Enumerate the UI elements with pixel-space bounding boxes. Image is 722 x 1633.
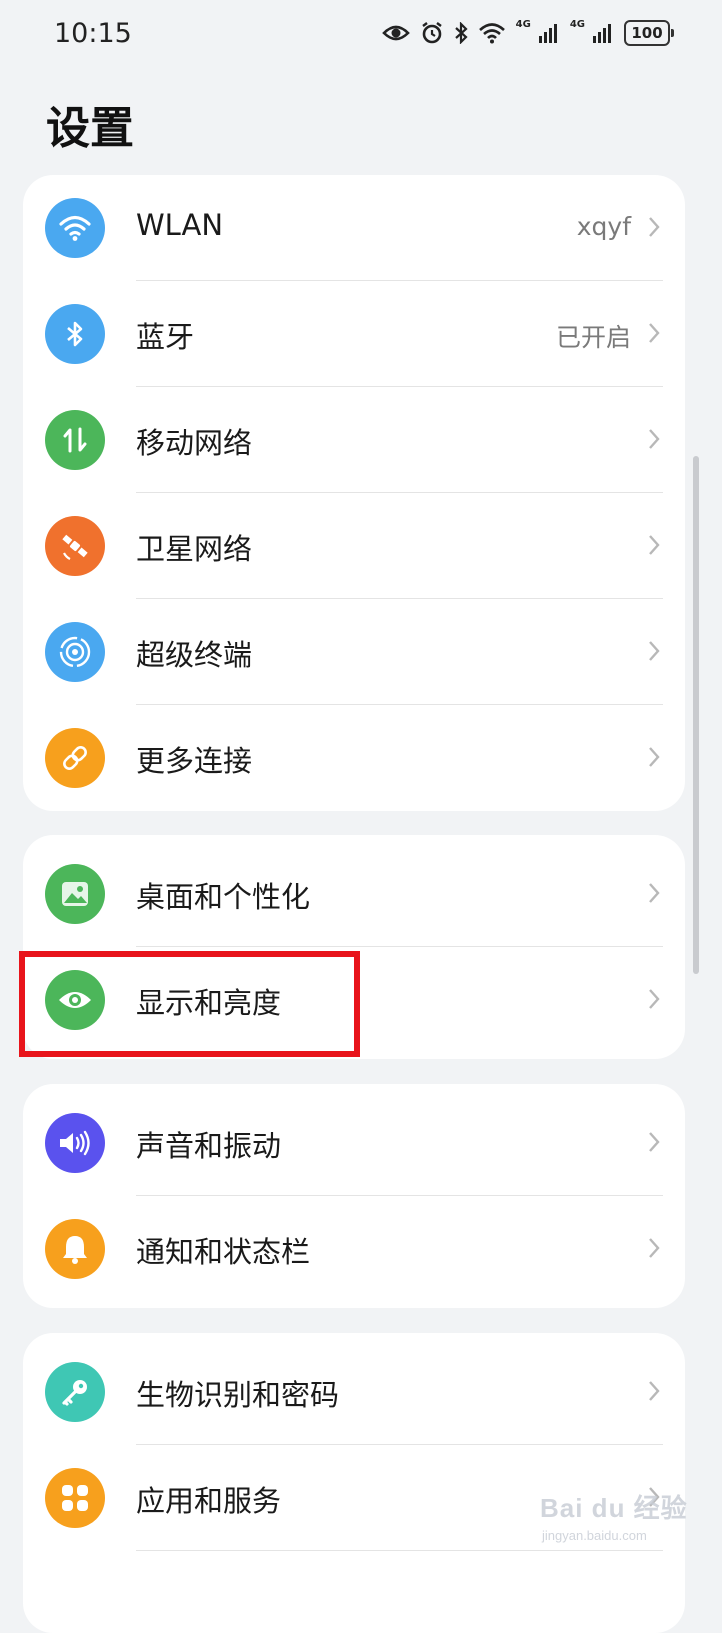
settings-item-mobile-network[interactable]: 移动网络	[23, 387, 685, 493]
speaker-icon	[45, 1113, 105, 1173]
settings-item-label: 卫星网络	[136, 532, 253, 566]
status-icons: 4G 4G 100	[381, 18, 674, 46]
chevron-right-icon	[649, 883, 660, 903]
chevron-right-icon	[649, 217, 660, 237]
link-icon	[45, 728, 105, 788]
settings-item-wlan[interactable]: WLAN xqyf	[23, 175, 685, 281]
watermark-subtext: jingyan.baidu.com	[542, 1528, 647, 1543]
signal-icon	[538, 24, 557, 43]
image-icon	[45, 864, 105, 924]
settings-item-label: 移动网络	[136, 426, 253, 460]
chevron-right-icon	[649, 1238, 660, 1258]
settings-item-super-device[interactable]: 超级终端	[23, 599, 685, 705]
chevron-right-icon	[649, 1381, 660, 1401]
status-time: 10:15	[54, 18, 132, 49]
settings-group-display: 桌面和个性化 显示和亮度	[23, 835, 685, 1059]
settings-item-value: xqyf	[576, 212, 631, 241]
chevron-right-icon	[649, 747, 660, 767]
chevron-right-icon	[649, 535, 660, 555]
page-title: 设置	[46, 103, 134, 154]
bluetooth-icon	[45, 304, 105, 364]
wifi-icon	[478, 23, 505, 44]
network-type-1: 4G	[515, 18, 531, 30]
settings-item-label: 桌面和个性化	[136, 880, 311, 914]
alarm-icon	[421, 22, 442, 44]
status-bar: 10:15 4G 4G 100	[0, 0, 722, 70]
settings-item-notifications[interactable]: 通知和状态栏	[23, 1196, 685, 1302]
settings-item-value: 已开启	[555, 323, 631, 352]
settings-item-label: WLAN	[136, 208, 224, 242]
settings-item-label: 显示和亮度	[136, 986, 282, 1020]
settings-group-security: 生物识别和密码 应用和服务	[23, 1333, 685, 1633]
battery-icon: 100	[624, 20, 674, 46]
settings-item-display-brightness[interactable]: 显示和亮度	[23, 947, 685, 1053]
settings-item-satellite-network[interactable]: 卫星网络	[23, 493, 685, 599]
key-icon	[45, 1362, 105, 1422]
eye-comfort-icon	[381, 25, 410, 41]
eye-icon	[45, 970, 105, 1030]
watermark-logo: Bai du 经验 jingyan.baidu.com	[540, 1488, 700, 1558]
network-type-2: 4G	[569, 18, 585, 30]
super-device-icon	[45, 622, 105, 682]
chevron-right-icon	[649, 1132, 660, 1152]
settings-group-sound: 声音和振动 通知和状态栏	[23, 1084, 685, 1308]
signal-icon	[593, 24, 611, 43]
bluetooth-icon	[454, 22, 468, 44]
settings-item-label: 声音和振动	[136, 1129, 282, 1163]
settings-item-desktop-personalization[interactable]: 桌面和个性化	[23, 841, 685, 947]
chevron-right-icon	[649, 429, 660, 449]
settings-item-label: 通知和状态栏	[136, 1235, 311, 1269]
wifi-icon	[45, 198, 105, 258]
bell-icon	[45, 1219, 105, 1279]
settings-group-connectivity: WLAN xqyf 蓝牙 已开启 移动网络 卫星网络 超级终端 更多连接	[23, 175, 685, 811]
watermark-text: Bai du 经验	[540, 1493, 688, 1523]
settings-item-more-connections[interactable]: 更多连接	[23, 705, 685, 811]
settings-item-label: 应用和服务	[136, 1484, 282, 1518]
scrollbar[interactable]	[693, 456, 699, 974]
settings-item-label: 蓝牙	[136, 320, 195, 354]
chevron-right-icon	[649, 989, 660, 1009]
apps-icon	[45, 1468, 105, 1528]
settings-item-biometrics-password[interactable]: 生物识别和密码	[23, 1339, 685, 1445]
settings-item-sound-vibration[interactable]: 声音和振动	[23, 1090, 685, 1196]
chevron-right-icon	[649, 323, 660, 343]
mobile-data-icon	[45, 410, 105, 470]
settings-item-label: 更多连接	[136, 744, 253, 778]
satellite-icon	[45, 516, 105, 576]
chevron-right-icon	[649, 641, 660, 661]
settings-item-label: 超级终端	[136, 638, 253, 672]
settings-item-label: 生物识别和密码	[136, 1378, 340, 1412]
settings-item-bluetooth[interactable]: 蓝牙 已开启	[23, 281, 685, 387]
